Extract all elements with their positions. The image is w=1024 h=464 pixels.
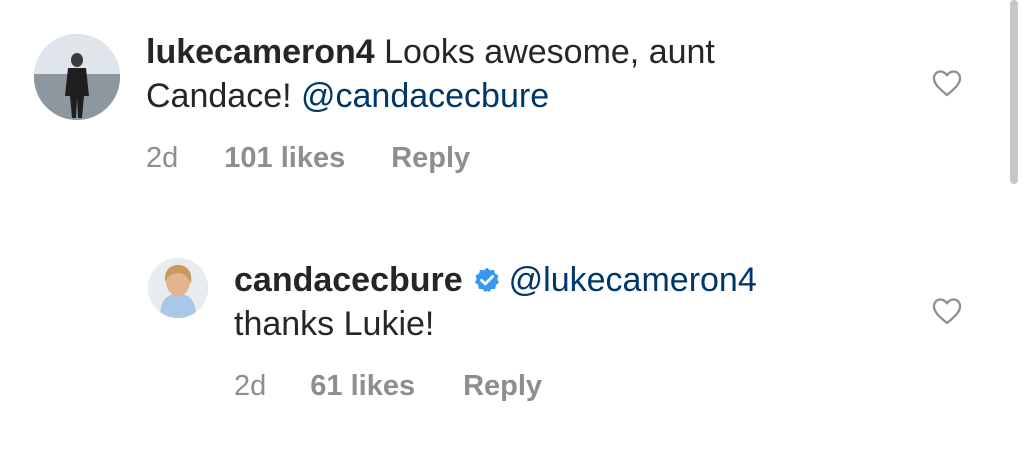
heart-outline-icon[interactable]: [930, 66, 964, 100]
verified-badge-icon: [474, 267, 499, 293]
comment-text-line2: Candace!: [146, 77, 301, 115]
reply-button[interactable]: Reply: [463, 370, 542, 403]
mention-link[interactable]: @candacecbure: [301, 77, 549, 115]
mention-link[interactable]: @lukecameron4: [509, 261, 757, 299]
comment-text: Looks awesome, aunt: [374, 33, 715, 71]
scrollbar-thumb[interactable]: [1010, 0, 1018, 184]
reply-button[interactable]: Reply: [391, 142, 470, 175]
likes-count[interactable]: 101 likes: [224, 142, 345, 175]
comment-meta-2: 2d 61 likes Reply: [234, 370, 542, 403]
avatar-lukecameron4[interactable]: [34, 34, 120, 120]
comment-meta-1: 2d 101 likes Reply: [146, 142, 470, 175]
heart-outline-icon[interactable]: [930, 294, 964, 328]
comment-text: thanks Lukie!: [234, 305, 435, 343]
comment-timestamp: 2d: [146, 142, 179, 174]
comment-username[interactable]: lukecameron4: [146, 33, 375, 71]
likes-count[interactable]: 61 likes: [310, 370, 415, 403]
comment-body-1: lukecameron4 Looks awesome, aunt Candace…: [146, 30, 886, 118]
avatar-candacecbure[interactable]: [148, 258, 208, 318]
comment-timestamp: 2d: [234, 370, 267, 402]
comment-username[interactable]: candacecbure: [234, 261, 463, 299]
comment-body-2: candacecbure @lukecameron4 thanks Lukie!: [234, 258, 894, 346]
